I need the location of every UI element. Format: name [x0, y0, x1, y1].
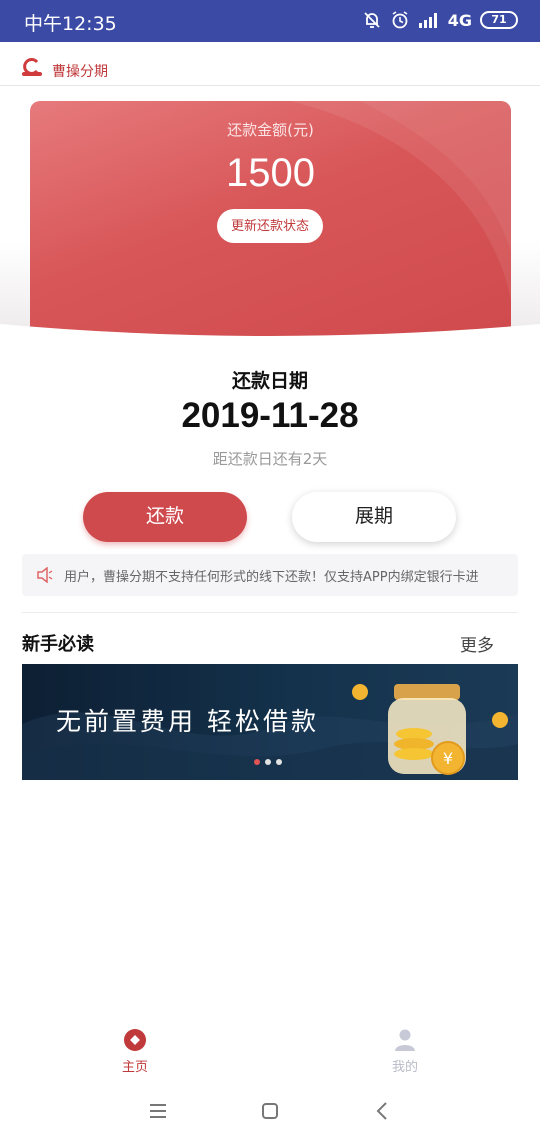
status-bar: 中午12:35 4G 71: [0, 0, 540, 42]
home-icon: [124, 1029, 146, 1051]
notice-text: 用户，曹操分期不支持任何形式的线下还款！仅支持APP内绑定银行卡进: [64, 570, 479, 585]
section-divider: [22, 612, 518, 613]
promo-banner[interactable]: 无前置费用 轻松借款 ¥: [22, 664, 518, 780]
guide-title: 新手必读: [22, 634, 94, 655]
coin-jar-icon: ¥: [352, 684, 508, 775]
card-curve-divider: [0, 324, 540, 360]
network-type: 4G: [447, 10, 472, 30]
alarm-icon: [392, 11, 408, 29]
brand-name: 曹操分期: [52, 64, 108, 80]
banner-slogan: 无前置费用 轻松借款: [56, 707, 319, 736]
banner-dot[interactable]: [265, 759, 271, 765]
status-time: 中午12:35: [24, 13, 117, 35]
app-screen: 中午12:35 4G 71 曹操分期 还款金额(元) 1500 更新还款状态 还…: [0, 0, 540, 1140]
repay-button[interactable]: 还款: [83, 492, 247, 542]
banner-dot[interactable]: [276, 759, 282, 765]
due-date-value: 2019-11-28: [181, 396, 359, 435]
battery-level: 71: [491, 13, 507, 26]
tab-profile[interactable]: 我的: [365, 1028, 445, 1075]
due-date-label: 还款日期: [231, 370, 308, 392]
tab-profile-label: 我的: [391, 1060, 418, 1075]
tab-home-label: 主页: [121, 1060, 148, 1075]
extend-button[interactable]: 展期: [292, 492, 456, 542]
back-icon[interactable]: [368, 1096, 398, 1126]
bottom-tab-bar: 主页 我的: [0, 1020, 540, 1080]
status-icons: 4G 71: [362, 10, 518, 30]
svg-text:¥: ¥: [443, 749, 453, 768]
battery-icon: 71: [480, 11, 518, 29]
menu-icon[interactable]: [143, 1096, 173, 1126]
notice-bar[interactable]: 用户，曹操分期不支持任何形式的线下还款！仅支持APP内绑定银行卡进: [22, 554, 518, 596]
home-square-icon[interactable]: [255, 1096, 285, 1126]
speaker-icon: [37, 567, 53, 583]
mute-icon: [364, 12, 380, 28]
amount-value: 1500: [226, 151, 315, 195]
profile-icon: [395, 1029, 415, 1051]
brand-logo-icon: [22, 58, 42, 76]
banner-pagination: [254, 759, 282, 765]
amount-label: 还款金额(元): [227, 121, 314, 139]
system-navigation-bar: [0, 1082, 540, 1140]
due-countdown: 距还款日还有2天: [212, 450, 328, 468]
signal-icon: [418, 13, 437, 28]
app-header: 曹操分期: [0, 42, 540, 86]
refresh-status-button[interactable]: 更新还款状态: [217, 209, 323, 243]
tab-home[interactable]: 主页: [95, 1028, 175, 1075]
guide-more-link[interactable]: 更多: [460, 631, 494, 656]
banner-dot-active[interactable]: [254, 759, 260, 765]
